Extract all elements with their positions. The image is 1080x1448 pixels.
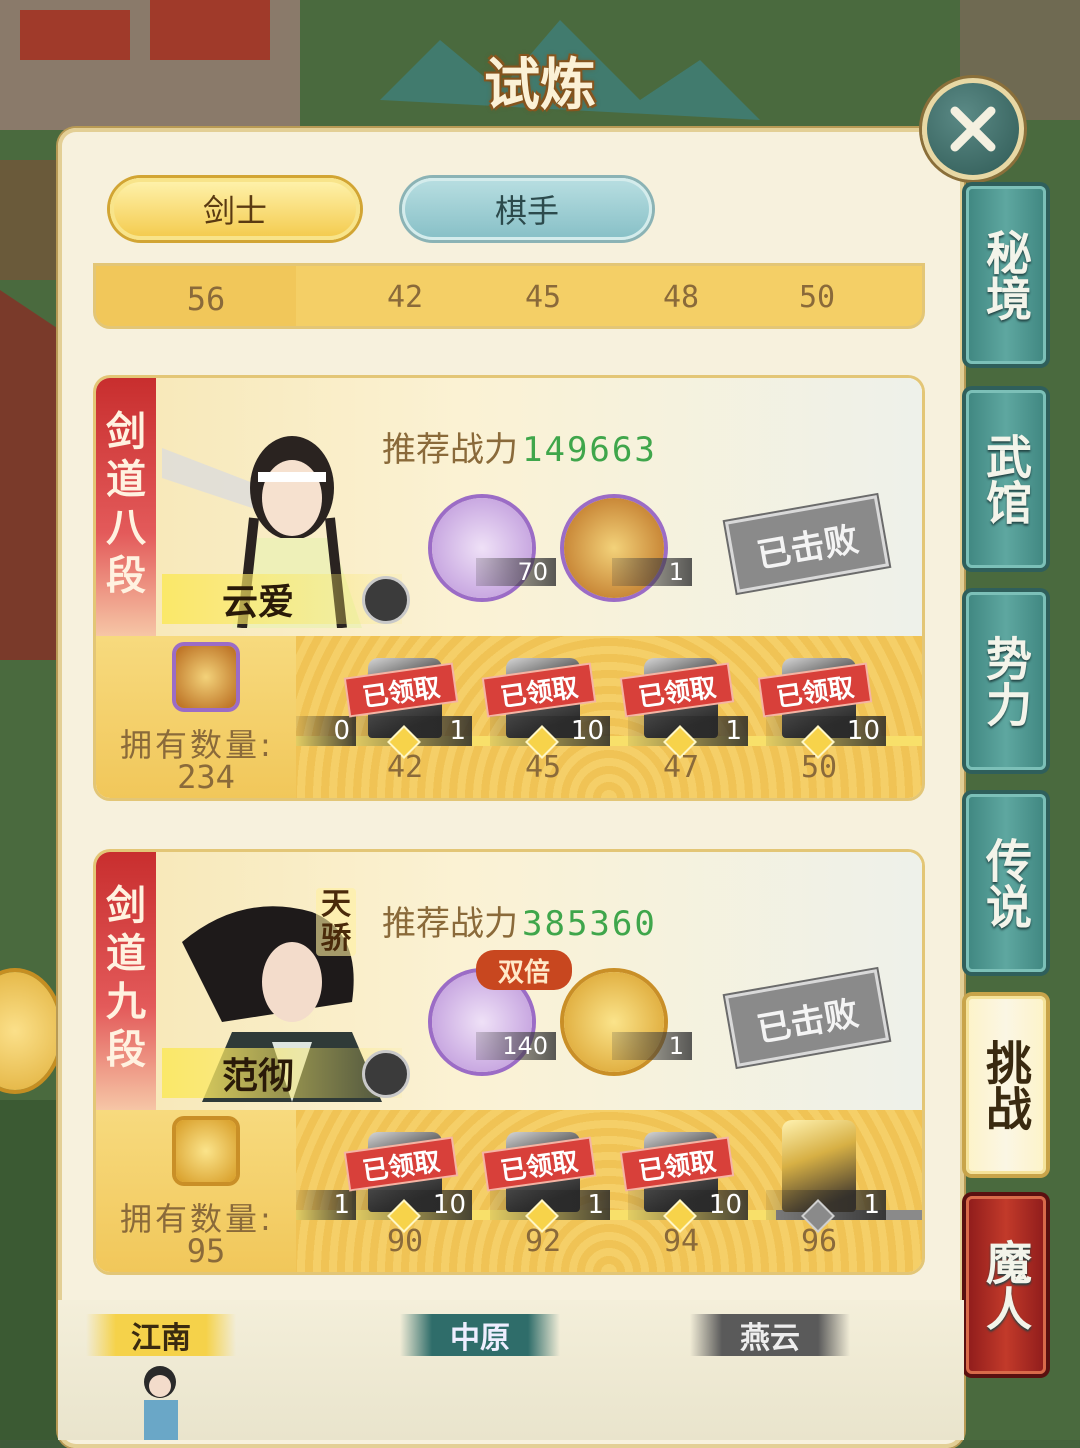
milestone-label: 94 <box>662 1224 700 1259</box>
side-tab-shili[interactable]: 势力 <box>966 592 1046 770</box>
own-count: 95 <box>186 1232 226 1270</box>
side-tab-label: 武馆 <box>979 433 1033 525</box>
swap-icon[interactable] <box>362 1050 410 1098</box>
title-tag-char: 天 <box>321 887 351 922</box>
own-count-area: 拥有数量: 234 <box>96 636 296 798</box>
milestone-qty: 1 <box>296 1190 356 1220</box>
challenge-card: 剑 道 八 段 云爱 推荐战力 149663 70 1 已击败 拥有数量: 234… <box>96 378 922 798</box>
side-tab-mijing[interactable]: 秘境 <box>966 186 1046 364</box>
rank-char: 道 <box>106 930 146 977</box>
token-icon <box>176 1120 236 1182</box>
milestone-label: 92 <box>524 1224 562 1259</box>
rank-char: 段 <box>106 552 146 599</box>
milestone-label: 42 <box>386 280 424 315</box>
rank-label: 剑 道 九 段 <box>96 852 156 1110</box>
milestone-row: 1 已领取 10 90 已领取 1 92 已领取 10 94 1 96 <box>296 1110 922 1272</box>
milestone-label: 42 <box>386 750 424 785</box>
title-tag: 天 骄 <box>316 888 356 956</box>
milestone-label: 96 <box>800 1224 838 1259</box>
side-tab-label: 挑战 <box>979 1039 1033 1131</box>
milestone-label: 45 <box>524 750 562 785</box>
tab-qishou[interactable]: 棋手 <box>402 178 652 240</box>
side-tab-label: 势力 <box>979 635 1033 727</box>
reward-qty: 140 <box>476 1032 556 1060</box>
reward-qty: 1 <box>612 1032 692 1060</box>
tab-jianshi[interactable]: 剑士 <box>110 178 360 240</box>
milestone-label: 90 <box>386 1224 424 1259</box>
rank-label: 剑 道 八 段 <box>96 378 156 636</box>
swap-icon[interactable] <box>362 576 410 624</box>
reward-qty: 70 <box>476 558 556 586</box>
rank-char: 段 <box>106 1026 146 1073</box>
side-tab-label: 秘境 <box>979 229 1033 321</box>
side-tab-chuanshuo[interactable]: 传说 <box>966 794 1046 972</box>
milestone-row: 0 已领取 1 42 已领取 10 45 已领取 1 47 已领取 10 50 <box>296 636 922 798</box>
milestone-label: 45 <box>524 280 562 315</box>
side-tab-tiaozhan[interactable]: 挑战 <box>966 996 1046 1174</box>
milestone-qty: 0 <box>296 716 356 746</box>
side-tab-wuguan[interactable]: 武馆 <box>966 390 1046 568</box>
rank-char: 道 <box>106 456 146 503</box>
rank-char: 九 <box>106 978 146 1025</box>
close-button[interactable] <box>922 78 1024 180</box>
milestone-label: 48 <box>662 280 700 315</box>
recommended-power-label: 推荐战力 <box>382 904 518 944</box>
side-tab-label: 传说 <box>979 837 1033 929</box>
challenge-card-partial: 56 42 45 48 50 <box>96 266 922 326</box>
milestone-label: 47 <box>662 750 700 785</box>
player-avatar <box>144 1366 178 1440</box>
milestone-label: 50 <box>798 280 836 315</box>
reward-qty: 1 <box>612 558 692 586</box>
close-icon <box>950 106 996 152</box>
recommended-power: 推荐战力 149663 <box>382 422 657 471</box>
recommended-power: 推荐战力 385360 <box>382 896 657 945</box>
page-title: 试炼 <box>484 52 596 118</box>
recommended-power-label: 推荐战力 <box>382 430 518 470</box>
region-zhongyuan[interactable]: 中原 <box>400 1314 560 1356</box>
milestone-label: 50 <box>800 750 838 785</box>
title-tag-char: 骄 <box>321 921 351 956</box>
token-icon <box>176 646 236 708</box>
rank-char: 剑 <box>106 882 146 929</box>
own-count: 234 <box>177 758 235 796</box>
own-count: 56 <box>186 280 226 318</box>
own-count-area: 拥有数量: 95 <box>96 1110 296 1272</box>
challenge-card: 剑 道 九 段 天 骄 范彻 推荐战力 385360 双倍 140 1 已击败 拥… <box>96 852 922 1272</box>
side-tab-label: 魔人 <box>979 1239 1033 1331</box>
recommended-power-value: 149663 <box>522 430 657 470</box>
side-tab-moren[interactable]: 魔人 <box>966 1196 1046 1374</box>
rank-char: 八 <box>106 504 146 551</box>
double-badge: 双倍 <box>476 950 572 990</box>
region-yanyun[interactable]: 燕云 <box>690 1314 850 1356</box>
region-jiangnan[interactable]: 江南 <box>86 1314 236 1356</box>
recommended-power-value: 385360 <box>522 904 657 944</box>
rank-char: 剑 <box>106 408 146 455</box>
